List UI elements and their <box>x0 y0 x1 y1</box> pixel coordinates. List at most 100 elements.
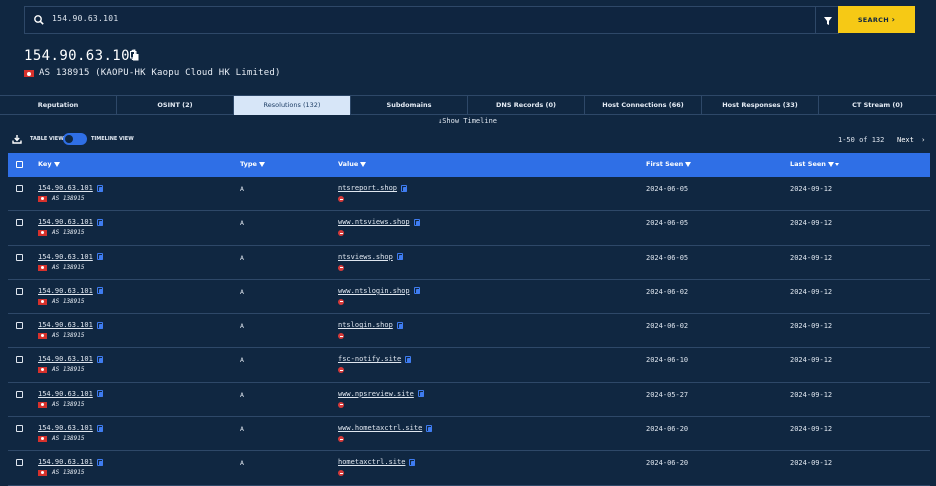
copy-icon[interactable] <box>426 424 433 432</box>
copy-icon[interactable] <box>96 287 103 295</box>
tab-host-responses[interactable]: Host Responses (33) <box>702 96 819 115</box>
row-checkbox[interactable] <box>16 356 23 364</box>
copy-icon[interactable] <box>96 184 103 192</box>
copy-icon[interactable] <box>96 218 103 226</box>
row-value-link[interactable]: www.npsreview.site <box>338 390 424 398</box>
row-checkbox[interactable] <box>16 219 23 227</box>
row-key-link[interactable]: 154.90.63.101 <box>38 355 103 363</box>
row-value-link[interactable]: hometaxctrl.site <box>338 458 416 467</box>
table-row[interactable]: 154.90.63.101 AS 138915 Ahometaxctrl.site 2… <box>8 451 930 486</box>
row-key-link[interactable]: 154.90.63.101 <box>38 424 103 432</box>
row-key-link[interactable]: 154.90.63.101 <box>38 184 103 192</box>
hong-kong-flag-icon <box>24 70 34 77</box>
tab-resolutions[interactable]: Resolutions (132) <box>234 96 351 115</box>
tab-host-connections[interactable]: Host Connections (66) <box>585 96 702 115</box>
download-icon[interactable] <box>12 134 22 144</box>
row-checkbox[interactable] <box>16 287 23 295</box>
copy-icon[interactable] <box>413 218 420 226</box>
table-row[interactable]: 154.90.63.101 AS 138915 Afsc-notify.site 20… <box>8 348 930 383</box>
filter-icon[interactable] <box>827 161 834 167</box>
tab-osint[interactable]: OSINT (2) <box>117 96 234 115</box>
timeline-view-label[interactable]: TIMELINE VIEW <box>91 136 134 142</box>
copy-icon[interactable] <box>396 253 403 261</box>
row-value-text: ntsreport.shop <box>338 184 398 192</box>
sort-desc-icon[interactable] <box>834 162 839 166</box>
table-row[interactable]: 154.90.63.101 AS 138915 Antsreport.shop 202… <box>8 177 930 212</box>
copy-icon[interactable] <box>96 458 103 466</box>
row-value-text: fsc-notify.site <box>338 355 402 364</box>
row-value-link[interactable]: www.ntsviews.shop <box>338 218 420 226</box>
row-last-seen: 2024-09-12 <box>790 425 833 434</box>
row-value-link[interactable]: ntsreport.shop <box>338 184 408 192</box>
copy-icon[interactable] <box>96 321 103 329</box>
row-key-link[interactable]: 154.90.63.101 <box>38 321 103 329</box>
tab-subdomains[interactable]: Subdomains <box>351 96 468 115</box>
copy-icon[interactable] <box>409 458 416 466</box>
row-first-seen: 2024-06-20 <box>646 459 689 468</box>
column-value-label: Value <box>338 160 359 168</box>
filter-icon[interactable] <box>685 161 692 167</box>
copy-icon[interactable] <box>396 321 403 329</box>
table-view-label[interactable]: TABLE VIEW <box>30 136 64 142</box>
search-button[interactable]: SEARCH › <box>838 6 915 33</box>
filter-icon[interactable] <box>360 161 367 167</box>
column-value[interactable]: Value <box>338 160 367 168</box>
row-checkbox[interactable] <box>16 425 23 433</box>
filter-button[interactable] <box>815 6 839 34</box>
column-last-seen[interactable]: Last Seen <box>790 160 839 168</box>
malicious-indicator-icon <box>338 367 344 374</box>
row-value-link[interactable]: www.hometaxctrl.site <box>338 424 433 432</box>
row-type: A <box>240 322 244 331</box>
table-row[interactable]: 154.90.63.101 AS 138915 Antslogin.shop 2024… <box>8 314 930 349</box>
view-toggle[interactable] <box>63 133 87 145</box>
table-row[interactable]: 154.90.63.101 AS 138915 Awww.ntsviews.shop… <box>8 211 930 246</box>
show-timeline-link[interactable]: ↓Show Timeline <box>438 117 497 125</box>
filter-icon[interactable] <box>53 161 60 167</box>
row-value-text: hometaxctrl.site <box>338 458 406 467</box>
row-checkbox[interactable] <box>16 253 23 261</box>
copy-icon[interactable] <box>130 51 139 61</box>
column-type[interactable]: Type <box>240 160 265 168</box>
copy-icon[interactable] <box>96 355 103 363</box>
row-value-text: ntsviews.shop <box>338 252 393 261</box>
row-type: A <box>240 253 244 262</box>
filter-icon[interactable] <box>258 161 265 167</box>
copy-icon[interactable] <box>96 424 103 432</box>
row-key-link[interactable]: 154.90.63.101 <box>38 458 103 466</box>
copy-icon[interactable] <box>401 184 408 192</box>
column-first-seen[interactable]: First Seen <box>646 160 692 168</box>
copy-icon[interactable] <box>96 390 103 398</box>
search-query[interactable]: 154.90.63.101 <box>52 14 119 23</box>
table-row[interactable]: 154.90.63.101 AS 138915 Antsviews.shop 2024… <box>8 246 930 280</box>
row-key-link[interactable]: 154.90.63.101 <box>38 253 103 261</box>
row-key-link[interactable]: 154.90.63.101 <box>38 287 103 295</box>
select-all-checkbox[interactable] <box>16 161 23 168</box>
row-value-link[interactable]: www.ntslogin.shop <box>338 287 420 295</box>
row-value-link[interactable]: ntslogin.shop <box>338 321 403 329</box>
tab-ct-stream[interactable]: CT Stream (0) <box>819 96 936 115</box>
table-row[interactable]: 154.90.63.101 AS 138915 Awww.hometaxctrl.s… <box>8 417 930 452</box>
copy-icon[interactable] <box>413 287 420 295</box>
row-key-text: 154.90.63.101 <box>38 355 93 364</box>
row-value-link[interactable]: ntsviews.shop <box>338 253 403 261</box>
row-value-text: www.npsreview.site <box>338 389 414 398</box>
table-row[interactable]: 154.90.63.101 AS 138915 Awww.npsreview.sit… <box>8 383 930 418</box>
copy-icon[interactable] <box>417 390 424 398</box>
row-key-link[interactable]: 154.90.63.101 <box>38 390 103 398</box>
row-checkbox[interactable] <box>16 322 23 330</box>
search-input[interactable]: 154.90.63.101 <box>24 6 839 34</box>
row-value-link[interactable]: fsc-notify.site <box>338 355 412 364</box>
tab-bar: Reputation OSINT (2) Resolutions (132) S… <box>0 95 936 115</box>
tab-reputation[interactable]: Reputation <box>0 96 117 115</box>
row-checkbox[interactable] <box>16 390 23 398</box>
table-row[interactable]: 154.90.63.101 AS 138915 Awww.ntslogin.shop… <box>8 280 930 315</box>
copy-icon[interactable] <box>96 253 103 261</box>
row-key-link[interactable]: 154.90.63.101 <box>38 218 103 226</box>
malicious-indicator-icon <box>338 298 344 305</box>
row-checkbox[interactable] <box>16 185 23 192</box>
row-checkbox[interactable] <box>16 459 23 467</box>
next-page-button[interactable]: Next › <box>897 136 925 144</box>
tab-dns-records[interactable]: DNS Records (0) <box>468 96 585 115</box>
copy-icon[interactable] <box>405 355 412 363</box>
column-key[interactable]: Key <box>38 160 60 168</box>
